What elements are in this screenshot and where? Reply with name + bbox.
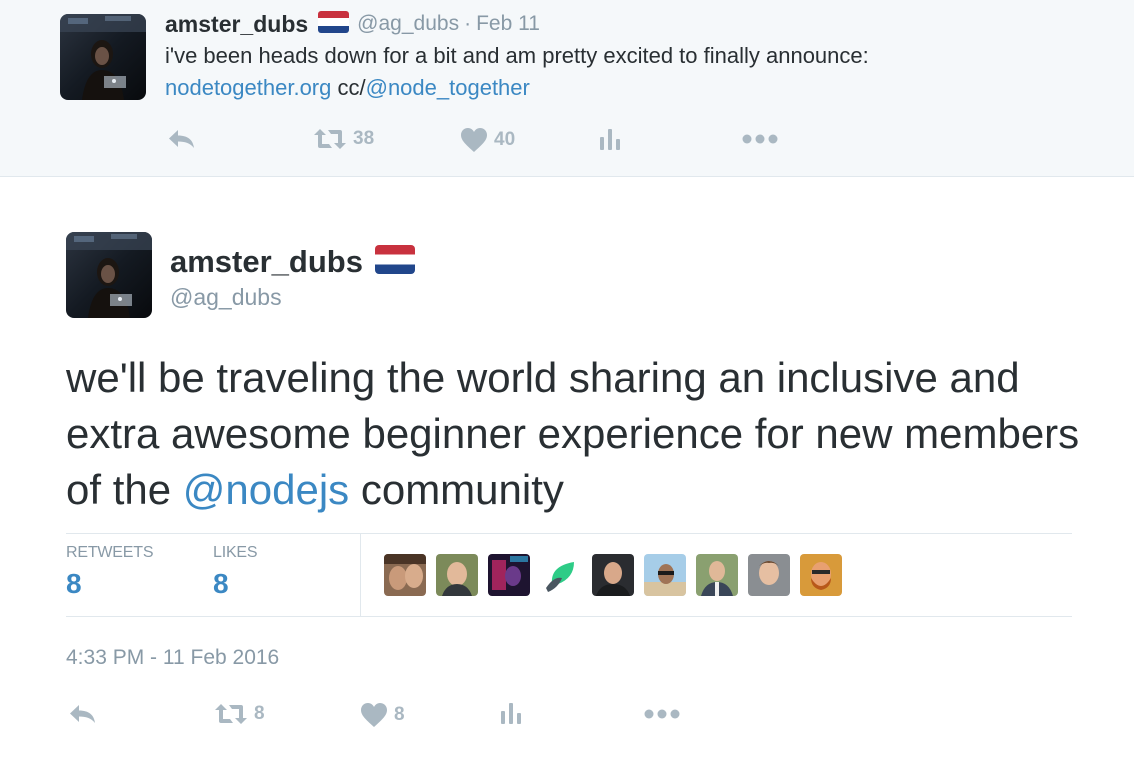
tweet-stats: RETWEETS 8 LIKES 8 <box>66 533 1072 617</box>
heart-icon <box>461 128 487 152</box>
heart-icon <box>361 703 387 727</box>
parent-more-button[interactable] <box>742 132 778 146</box>
more-icon <box>742 134 778 144</box>
retweets-label: RETWEETS <box>66 544 154 561</box>
parent-date-link[interactable]: Feb 11 <box>476 12 540 36</box>
cc-text: cc/ <box>331 75 366 100</box>
reply-icon <box>70 705 95 723</box>
parent-header: amster_dubs @ag_dubs · Feb 11 <box>165 10 540 38</box>
retweet-icon <box>215 704 247 724</box>
likes-value: 8 <box>213 568 229 599</box>
netherlands-flag-icon <box>374 245 415 279</box>
header-separator: · <box>464 12 472 35</box>
main-avatar[interactable] <box>66 232 152 318</box>
main-analytics-button[interactable] <box>499 701 523 725</box>
main-author-row: amster_dubs <box>170 244 415 280</box>
liker-avatar[interactable] <box>592 554 634 596</box>
main-text-tail: community <box>349 466 564 513</box>
retweets-value: 8 <box>66 568 82 599</box>
parent-retweet-button[interactable]: 38 <box>313 127 374 151</box>
tweet-timestamp[interactable]: 4:33 PM - 11 Feb 2016 <box>66 646 279 670</box>
liker-avatar[interactable] <box>436 554 478 596</box>
parent-text-line: i've been heads down for a bit and am pr… <box>165 43 869 68</box>
parent-tweet-text: i've been heads down for a bit and am pr… <box>165 40 1115 104</box>
parent-analytics-button[interactable] <box>598 127 622 151</box>
liker-avatar[interactable] <box>696 554 738 596</box>
likes-label: LIKES <box>213 544 258 561</box>
liker-avatar[interactable] <box>748 554 790 596</box>
liker-avatar[interactable] <box>384 554 426 596</box>
more-icon <box>644 709 680 719</box>
reply-icon <box>169 130 194 148</box>
parent-reply-button[interactable] <box>167 127 197 151</box>
main-reply-button[interactable] <box>68 702 98 726</box>
liker-avatar[interactable] <box>540 554 582 596</box>
node-together-mention[interactable]: @node_together <box>366 75 530 100</box>
liker-avatar[interactable] <box>488 554 530 596</box>
main-more-button[interactable] <box>644 707 680 721</box>
parent-author-name[interactable]: amster_dubs <box>165 11 308 38</box>
analytics-icon <box>600 129 620 150</box>
main-retweet-count: 8 <box>254 703 265 724</box>
retweets-stat[interactable]: RETWEETS 8 <box>66 544 153 600</box>
parent-like-button[interactable]: 40 <box>460 127 515 153</box>
netherlands-flag-icon <box>318 10 350 38</box>
liker-avatars <box>384 554 852 596</box>
main-retweet-button[interactable]: 8 <box>214 702 265 726</box>
liker-avatar[interactable] <box>800 554 842 596</box>
main-author-handle[interactable]: @ag_dubs <box>170 284 282 311</box>
main-author-name[interactable]: amster_dubs <box>170 244 363 280</box>
likes-stat[interactable]: LIKES 8 <box>213 544 258 600</box>
main-tweet-text: we'll be traveling the world sharing an … <box>66 350 1086 518</box>
nodejs-mention[interactable]: @nodejs <box>183 466 349 513</box>
analytics-icon <box>501 703 521 724</box>
parent-avatar[interactable] <box>60 14 146 100</box>
parent-author-handle[interactable]: @ag_dubs <box>357 12 459 36</box>
parent-retweet-count: 38 <box>353 128 375 149</box>
main-like-count: 8 <box>394 704 405 725</box>
retweet-icon <box>314 129 346 149</box>
stats-divider <box>360 534 361 617</box>
nodetogether-link[interactable]: nodetogether.org <box>165 75 331 100</box>
parent-like-count: 40 <box>494 129 516 150</box>
liker-avatar[interactable] <box>644 554 686 596</box>
main-like-button[interactable]: 8 <box>360 702 405 728</box>
parent-tweet[interactable]: amster_dubs @ag_dubs · Feb 11 i've been … <box>0 0 1134 177</box>
